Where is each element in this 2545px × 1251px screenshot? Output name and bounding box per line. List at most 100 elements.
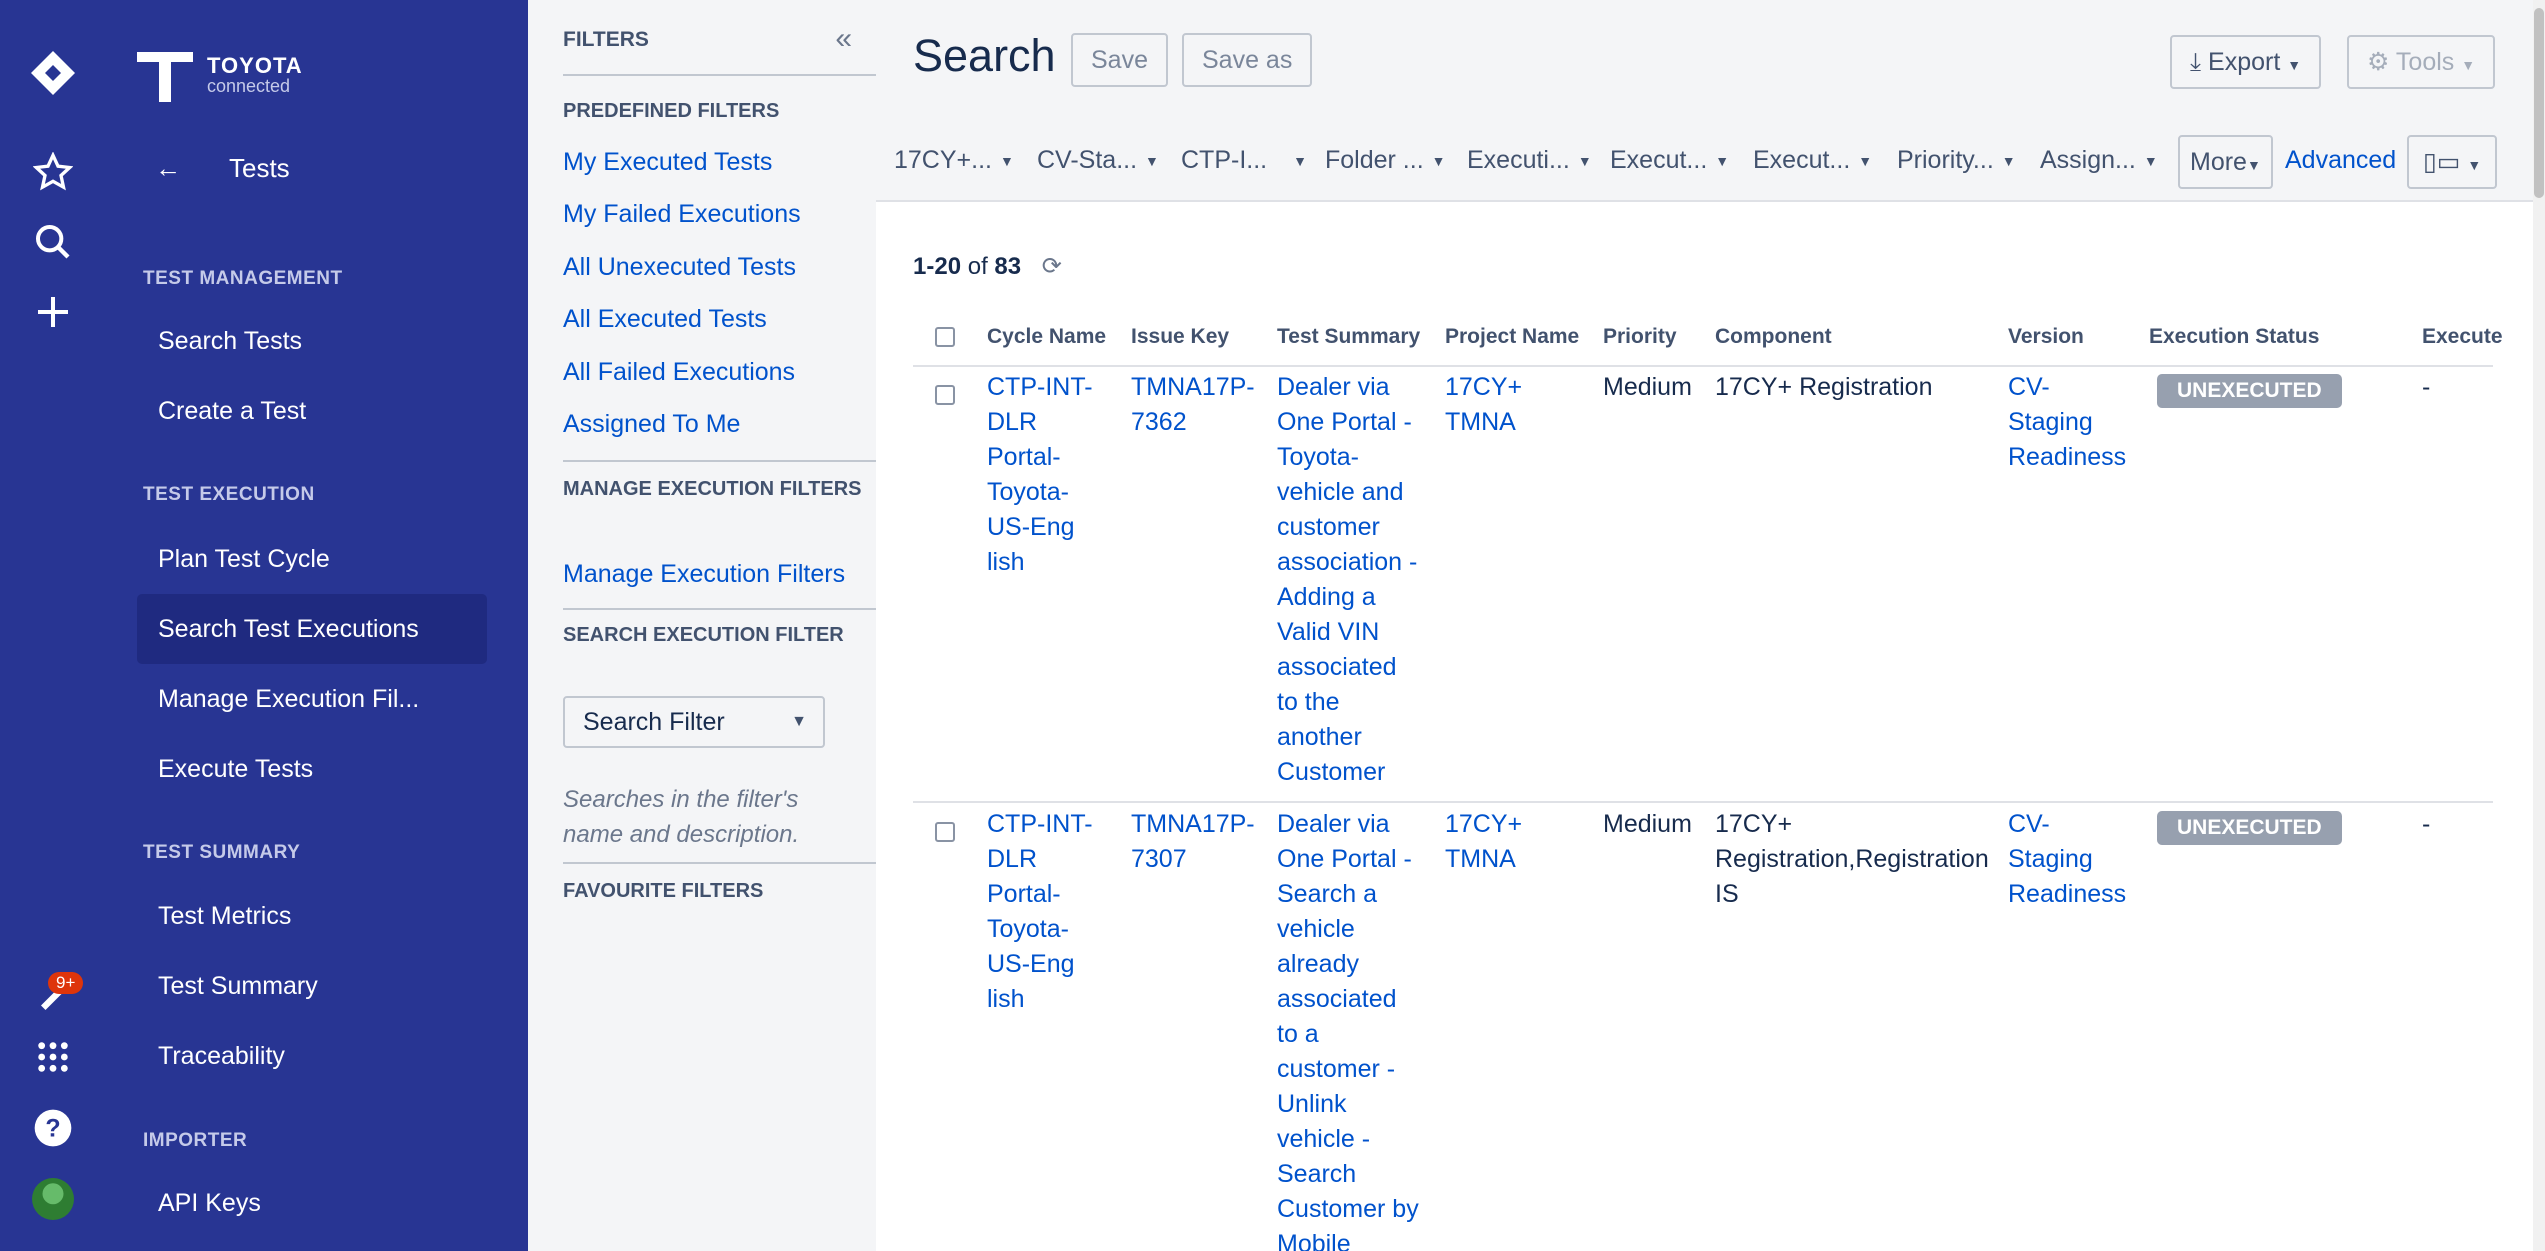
- quick-filter-cycle[interactable]: CTP-I... ▼: [1181, 146, 1307, 175]
- cell-line: already: [1277, 950, 1359, 978]
- select-all-checkbox[interactable]: [935, 327, 955, 347]
- section-test-summary: TEST SUMMARY: [143, 842, 301, 863]
- create-plus-icon[interactable]: [0, 292, 105, 332]
- nav-item-test-summary[interactable]: Test Summary: [137, 951, 487, 1021]
- quick-filter-version[interactable]: CV-Sta... ▼: [1037, 146, 1159, 175]
- search-filter-select[interactable]: Search Filter ▼: [563, 696, 825, 748]
- nav-item-test-metrics[interactable]: Test Metrics: [137, 881, 487, 951]
- save-button[interactable]: Save: [1071, 33, 1168, 87]
- filter-assigned-to-me[interactable]: Assigned To Me: [563, 410, 740, 439]
- cell-line: CTP-INT-: [987, 810, 1093, 838]
- status-badge: UNEXECUTED: [2157, 374, 2342, 408]
- cell-cycle-name[interactable]: CTP-INT- DLR Portal- Toyota- US-Eng lish: [987, 370, 1093, 580]
- cell-line: CTP-INT-: [987, 373, 1093, 401]
- quick-filter-priority[interactable]: Priority... ▼: [1897, 146, 2016, 175]
- row-checkbox[interactable]: [935, 822, 955, 842]
- cell-line: Toyota-: [1277, 443, 1359, 471]
- cell-issue-key[interactable]: TMNA17P- 7307: [1131, 807, 1255, 877]
- cell-component: 17CY+ Registration,Registration IS: [1715, 807, 1989, 912]
- quick-filter-project[interactable]: 17CY+... ▼: [894, 146, 1014, 175]
- header-execution-status[interactable]: Execution Status: [2149, 325, 2319, 349]
- quick-filter-executed-by[interactable]: Execut... ▼: [1610, 146, 1729, 175]
- cell-priority: Medium: [1603, 810, 1692, 838]
- collapse-icon[interactable]: «: [835, 22, 852, 56]
- filter-all-failed-executions[interactable]: All Failed Executions: [563, 358, 795, 387]
- project-sidebar: TOYOTA connected ← Tests TEST MANAGEMENT…: [105, 0, 528, 1251]
- nav-item-traceability[interactable]: Traceability: [137, 1021, 487, 1091]
- gear-icon: ⚙: [2367, 48, 2390, 76]
- divider: [563, 460, 887, 462]
- scrollbar-thumb[interactable]: [2534, 8, 2544, 198]
- column-layout-button[interactable]: ▯▭ ▼: [2407, 135, 2498, 189]
- header-issue-key[interactable]: Issue Key: [1131, 325, 1229, 349]
- nav-item-api-keys[interactable]: API Keys: [137, 1168, 487, 1238]
- cell-test-summary[interactable]: Dealer via One Portal - Toyota-vehicle and…: [1277, 370, 1417, 790]
- cell-line: 17CY+: [1445, 810, 1523, 838]
- nav-item-search-tests[interactable]: Search Tests: [137, 306, 487, 376]
- tools-button[interactable]: ⚙ Tools ▼: [2347, 35, 2496, 89]
- cell-test-summary[interactable]: Dealer via One Portal - Search a vehicle alr…: [1277, 807, 1419, 1251]
- header-component[interactable]: Component: [1715, 325, 1832, 349]
- caret-down-icon: ▼: [1145, 153, 1159, 170]
- avatar[interactable]: [0, 1178, 105, 1220]
- count-range: 1-20: [913, 253, 962, 280]
- cell-component: 17CY+ Registration: [1715, 370, 1932, 405]
- quick-filter-assignee[interactable]: Assign... ▼: [2040, 146, 2158, 175]
- jira-logo-icon[interactable]: [0, 48, 105, 98]
- nav-item-execute-tests[interactable]: Execute Tests: [137, 734, 487, 804]
- back-to-tests[interactable]: ← Tests: [155, 153, 290, 184]
- header-priority[interactable]: Priority: [1603, 325, 1677, 349]
- header-executed-by[interactable]: Execute: [2422, 325, 2503, 349]
- nav-item-create-a-test[interactable]: Create a Test: [137, 376, 487, 446]
- cell-project-name[interactable]: 17CY+ TMNA: [1445, 807, 1522, 877]
- quick-filter-label: Execut...: [1753, 146, 1851, 174]
- notifications-icon[interactable]: 9+: [0, 972, 105, 1016]
- nav-item-search-test-executions[interactable]: Search Test Executions: [137, 594, 487, 664]
- cell-version[interactable]: CV- Staging Readiness: [2008, 370, 2126, 475]
- nav-item-plan-test-cycle[interactable]: Plan Test Cycle: [137, 524, 487, 594]
- cell-project-name[interactable]: 17CY+ TMNA: [1445, 370, 1522, 440]
- nav-item-manage-execution-filters[interactable]: Manage Execution Fil...: [137, 664, 487, 734]
- cell-line: customer -: [1277, 1055, 1396, 1083]
- cell-line: 17CY+ Registration: [1715, 373, 1933, 401]
- row-divider: [913, 801, 2493, 803]
- logo-text: TOYOTA: [207, 52, 303, 78]
- quick-filter-execution-status[interactable]: Executi... ▼: [1467, 146, 1592, 175]
- cell-cycle-name[interactable]: CTP-INT- DLR Portal- Toyota- US-Eng lish: [987, 807, 1093, 1017]
- advanced-link[interactable]: Advanced: [2285, 146, 2396, 175]
- section-test-execution: TEST EXECUTION: [143, 484, 315, 505]
- save-as-button[interactable]: Save as: [1182, 33, 1313, 87]
- cell-line: lish: [987, 985, 1025, 1013]
- cell-line: to the: [1277, 688, 1340, 716]
- cell-line: Registration,Registration: [1715, 845, 1989, 873]
- row-checkbox[interactable]: [935, 385, 955, 405]
- export-button[interactable]: ⤓ Export ▼: [2170, 35, 2322, 89]
- help-icon[interactable]: ?: [0, 1108, 105, 1148]
- header-test-summary[interactable]: Test Summary: [1277, 325, 1420, 349]
- filter-all-executed-tests[interactable]: All Executed Tests: [563, 305, 767, 334]
- more-button[interactable]: More▼: [2178, 135, 2273, 189]
- caret-down-icon: ▼: [1858, 153, 1873, 170]
- refresh-icon[interactable]: ⟳: [1042, 253, 1062, 280]
- cell-executed-by: -: [2422, 373, 2431, 401]
- quick-filter-folder[interactable]: Folder ... ▼: [1325, 146, 1446, 175]
- header-project-name[interactable]: Project Name: [1445, 325, 1579, 349]
- manage-execution-filters-link[interactable]: Manage Execution Filters: [563, 560, 845, 589]
- filter-my-executed-tests[interactable]: My Executed Tests: [563, 148, 772, 177]
- filters-panel: FILTERS « PREDEFINED FILTERS My Executed…: [528, 0, 887, 1251]
- cell-version[interactable]: CV- Staging Readiness: [2008, 807, 2126, 912]
- app-switcher-icon[interactable]: [0, 1040, 105, 1074]
- header-cycle-name[interactable]: Cycle Name: [987, 325, 1106, 349]
- cell-line: 7307: [1131, 845, 1187, 873]
- star-icon[interactable]: [0, 152, 105, 192]
- cell-line: Readiness: [2008, 443, 2127, 471]
- filter-my-failed-executions[interactable]: My Failed Executions: [563, 200, 801, 229]
- quick-filter-executed-on[interactable]: Execut... ▼: [1753, 146, 1872, 175]
- vertical-scrollbar[interactable]: [2533, 0, 2545, 1251]
- quick-filter-label: Assign...: [2040, 146, 2136, 174]
- filter-all-unexecuted-tests[interactable]: All Unexecuted Tests: [563, 253, 796, 282]
- cell-line: another: [1277, 723, 1362, 751]
- search-icon[interactable]: [0, 222, 105, 262]
- cell-issue-key[interactable]: TMNA17P- 7362: [1131, 370, 1255, 440]
- header-version[interactable]: Version: [2008, 325, 2084, 349]
